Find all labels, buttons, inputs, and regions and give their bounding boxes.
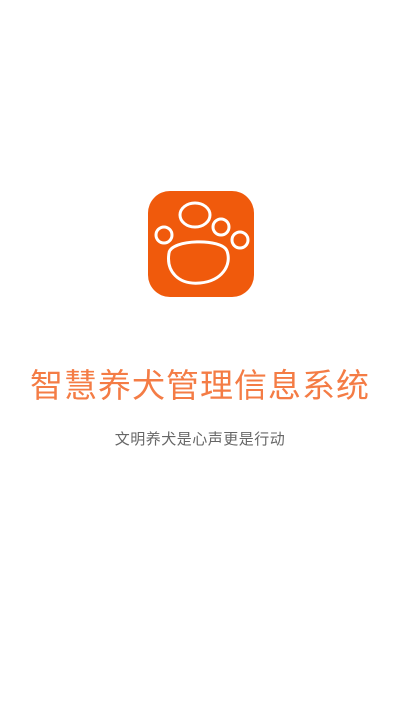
app-title: 智慧养犬管理信息系统 [30, 366, 370, 405]
paw-print-icon [154, 201, 250, 285]
app-logo [148, 191, 254, 297]
app-slogan: 文明养犬是心声更是行动 [114, 430, 286, 448]
splash-screen: 智慧养犬管理信息系统 文明养犬是心声更是行动 [0, 0, 400, 712]
